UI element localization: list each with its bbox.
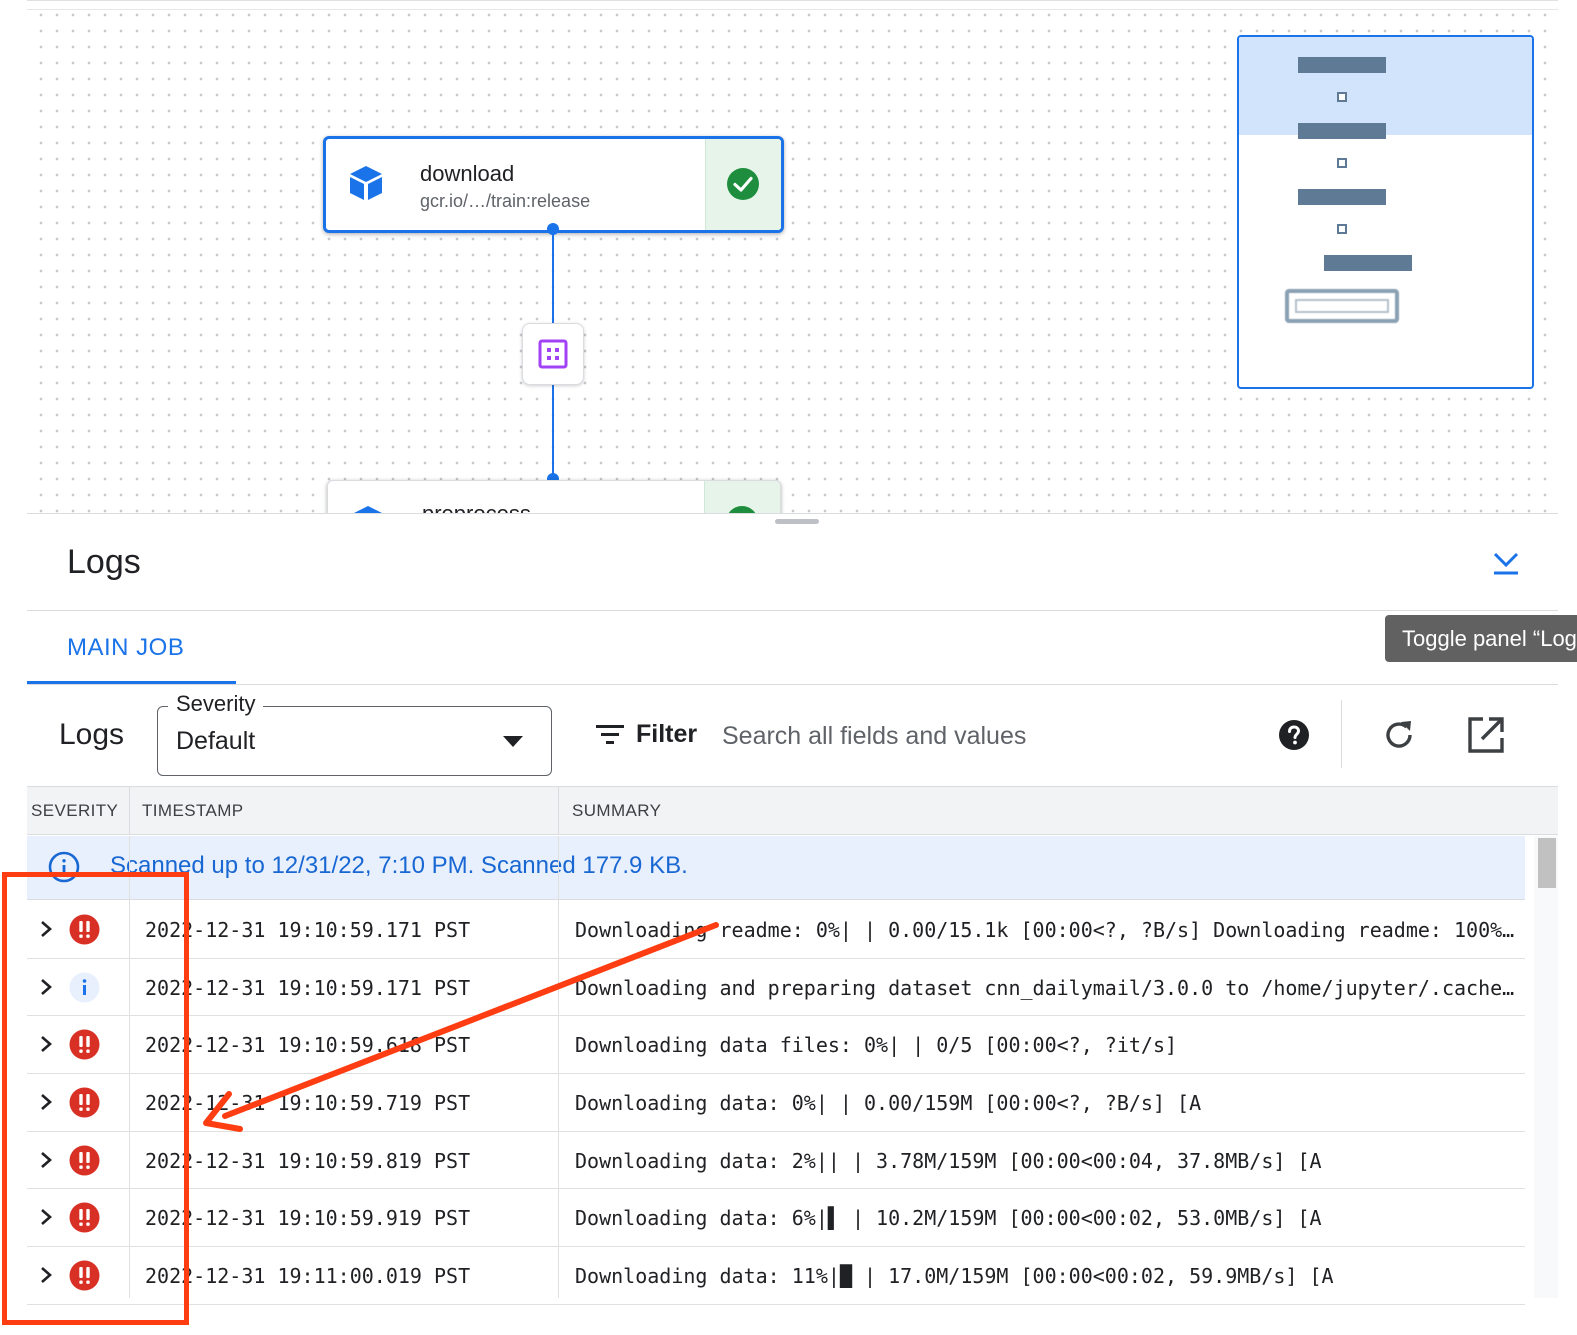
resize-handle[interactable] [775, 519, 819, 524]
canvas-divider [27, 9, 1558, 10]
log-row[interactable]: 2022-12-31 19:10:59.618 PST Downloading d… [27, 1016, 1525, 1075]
log-summary: Downloading and preparing dataset cnn_da… [575, 975, 1515, 1000]
header-divider [27, 610, 1558, 611]
annotation-highlight-box [2, 872, 189, 1325]
log-summary: Downloading data files: 0%| | 0/5 [00:00… [575, 1033, 1178, 1058]
log-row[interactable]: 2022-12-31 19:10:59.171 PST Downloading r… [27, 901, 1525, 959]
graph-minimap[interactable] [1237, 35, 1534, 389]
logs-toolbar-title: Logs [59, 718, 125, 751]
node-download[interactable]: download gcr.io/…/train:release [323, 136, 784, 233]
minimap-artifact [1337, 224, 1347, 234]
toggle-panel-tooltip: Toggle panel “Logs” [1385, 615, 1577, 662]
panel-splitter [27, 513, 1558, 514]
dropdown-caret-icon [503, 736, 523, 747]
pipeline-graph-canvas[interactable]: download gcr.io/…/train:release preproce… [27, 0, 1558, 514]
log-summary: Downloading data: 2%|| | 3.78M/159M [00:… [575, 1148, 1322, 1173]
log-timestamp: 2022-12-31 19:10:59.618 PST [145, 1033, 471, 1058]
log-timestamp: 2022-12-31 19:10:59.171 PST [145, 975, 471, 1000]
log-rows: 2022-12-31 19:10:59.171 PST Downloading r… [27, 901, 1525, 1305]
logs-panel-title: Logs [67, 543, 141, 581]
help-icon[interactable] [1278, 719, 1310, 751]
collapse-down-icon[interactable] [1488, 545, 1524, 581]
open-in-new-icon[interactable] [1467, 716, 1505, 754]
node-image-path: gcr.io/…/train:release [420, 191, 591, 211]
toolbar-divider [1341, 700, 1342, 768]
artifact-node[interactable] [522, 323, 584, 385]
pipeline-run-page: download gcr.io/…/train:release preproce… [0, 0, 1577, 1335]
log-timestamp: 2022-12-31 19:10:59.719 PST [145, 1091, 471, 1116]
filter-lines-icon [596, 725, 624, 744]
minimap-artifact [1337, 92, 1347, 102]
tab-main-job[interactable]: MAIN JOB [27, 612, 236, 685]
log-timestamp: 2022-12-31 19:10:59.919 PST [145, 1206, 471, 1231]
minimap-node [1324, 255, 1412, 271]
scan-status-text: Scanned up to 12/31/22, 7:10 PM. Scanned… [110, 852, 688, 879]
severity-label: Severity [168, 691, 264, 717]
scan-status-banner: Scanned up to 12/31/22, 7:10 PM. Scanned… [27, 836, 1525, 900]
filter-button[interactable]: Filter [596, 718, 698, 758]
column-separator[interactable] [558, 787, 559, 834]
log-summary: Downloading readme: 0%| | 0.00/15.1k [00… [575, 918, 1515, 942]
log-timestamp: 2022-12-31 19:11:00.019 PST [145, 1264, 471, 1289]
log-summary: Downloading data: 6%|▌ | 10.2M/159M [00:… [575, 1206, 1322, 1231]
minimap-node [1298, 189, 1386, 205]
container-cube-icon [350, 166, 382, 200]
node-title: download [420, 161, 515, 186]
severity-value: Default [176, 727, 256, 755]
artifact-grid-icon [538, 339, 568, 369]
column-header-summary[interactable]: SUMMARY [572, 787, 661, 834]
log-row[interactable]: 2022-12-31 19:11:00.019 PST Downloading d… [27, 1247, 1525, 1305]
minimap-node [1298, 123, 1386, 139]
minimap-viewport[interactable] [1239, 37, 1532, 135]
tab-label: MAIN JOB [67, 634, 185, 661]
log-summary: Downloading data: 11%|█ | 17.0M/159M [00… [575, 1264, 1334, 1289]
check-circle-icon [727, 168, 759, 200]
column-header-severity[interactable]: SEVERITY [31, 787, 118, 834]
edge-line [552, 229, 554, 323]
log-row[interactable]: 2022-12-31 19:10:59.719 PST Downloading d… [27, 1074, 1525, 1132]
severity-select[interactable]: Severity Default [157, 691, 552, 776]
log-timestamp: 2022-12-31 19:10:59.819 PST [145, 1148, 471, 1173]
minimap-node-outline [1285, 289, 1399, 323]
log-search-input[interactable] [722, 716, 1252, 756]
node-status-succeeded [705, 139, 781, 230]
log-timestamp: 2022-12-31 19:10:59.171 PST [145, 918, 471, 942]
column-separator[interactable] [129, 787, 130, 834]
log-row[interactable]: 2022-12-31 19:10:59.919 PST Downloading d… [27, 1189, 1525, 1248]
log-summary: Downloading data: 0%| | 0.00/159M [00:00… [575, 1091, 1202, 1116]
tabs-divider [27, 684, 1558, 685]
edge-line [552, 385, 554, 479]
filter-label: Filter [636, 720, 698, 748]
log-scrollbar[interactable] [1534, 836, 1558, 1298]
column-header-timestamp[interactable]: TIMESTAMP [142, 787, 244, 834]
minimap-node [1298, 57, 1386, 73]
log-table-header: SEVERITY TIMESTAMP SUMMARY [27, 786, 1558, 835]
node-status-succeeded [704, 481, 780, 514]
node-preprocess[interactable]: preprocess [327, 480, 781, 514]
log-scrollbar-thumb[interactable] [1538, 838, 1556, 888]
refresh-icon[interactable] [1380, 716, 1418, 754]
log-row[interactable]: 2022-12-31 19:10:59.171 PST Downloading a… [27, 959, 1525, 1017]
log-row[interactable]: 2022-12-31 19:10:59.819 PST Downloading d… [27, 1132, 1525, 1190]
minimap-artifact [1337, 158, 1347, 168]
